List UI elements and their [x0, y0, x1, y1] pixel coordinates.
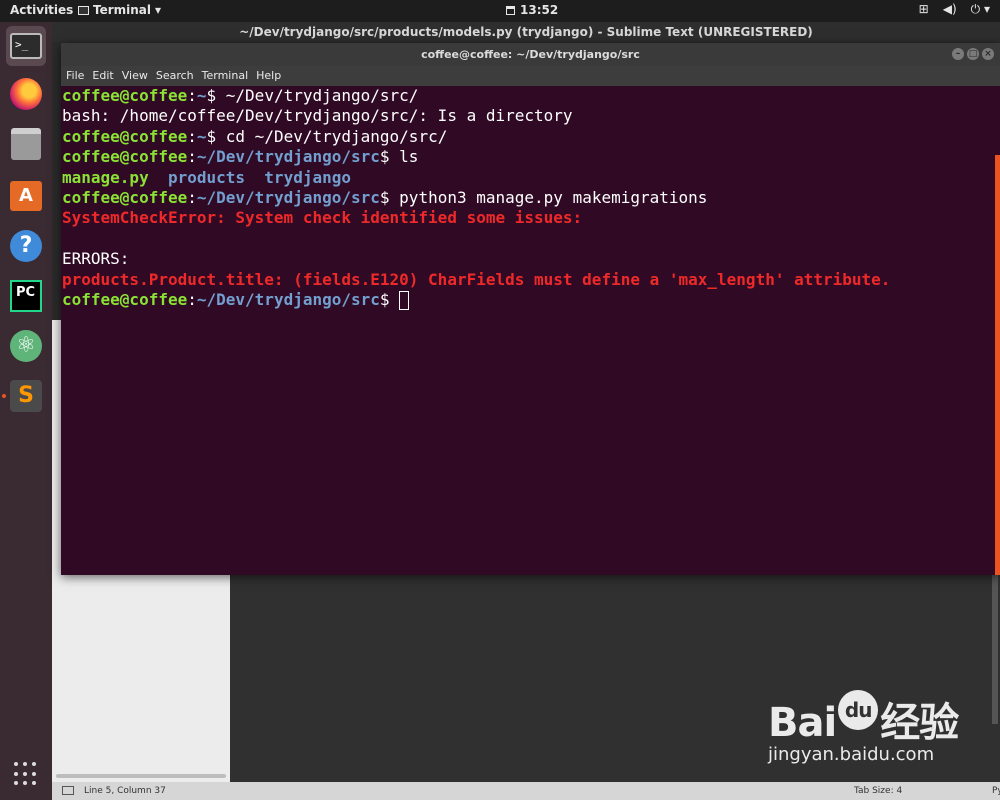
paw-icon: du — [838, 690, 879, 730]
terminal-menubar: File Edit View Search Terminal Help — [61, 66, 1000, 86]
dock-terminal[interactable]: >_ — [6, 26, 46, 66]
terminal-line: bash: /home/coffee/Dev/trydjango/src/: I… — [62, 106, 573, 126]
help-icon: ? — [10, 230, 42, 262]
terminal-line: coffee@coffee:~$ cd ~/Dev/trydjango/src/ — [62, 126, 448, 146]
watermark-url: jingyan.baidu.com — [768, 744, 935, 765]
terminal-window: coffee@coffee: ~/Dev/trydjango/src – □ ×… — [61, 43, 1000, 575]
terminal-icon: >_ — [10, 33, 42, 59]
software-store-icon: A — [10, 181, 42, 211]
dock-software-store[interactable]: A — [6, 176, 46, 216]
editor-scrollbar[interactable] — [992, 574, 998, 724]
syntax-language[interactable]: Python — [992, 786, 1000, 796]
baidu-watermark: Bai du 经验 jingyan.baidu.com — [768, 690, 959, 765]
cursor-position: Line 5, Column 37 — [84, 786, 166, 796]
menu-edit[interactable]: Edit — [92, 66, 118, 86]
activities-button[interactable]: Activities — [10, 3, 73, 17]
watermark-logo: Bai du 经验 — [768, 690, 959, 748]
chevron-down-icon: ▾ — [155, 3, 162, 17]
desktop: Activities Terminal ▾ 13:52 ⊞ ◀) ⏻ ▾ >_ … — [0, 0, 1000, 800]
panel-toggle-icon[interactable] — [62, 786, 74, 795]
network-icon: ⊞ — [918, 2, 929, 16]
volume-icon: ◀) — [942, 2, 957, 16]
sublime-window-title: ~/Dev/trydjango/src/products/models.py (… — [52, 22, 1000, 42]
dock-sublime-text[interactable]: S — [6, 376, 46, 416]
terminal-prompt: coffee@coffee:~/Dev/trydjango/src$ — [62, 290, 1000, 310]
sublime-status-bar: Line 5, Column 37 Tab Size: 4 Python — [52, 782, 1000, 800]
menu-terminal[interactable]: Terminal — [202, 66, 254, 86]
sidebar-scrollbar[interactable] — [56, 774, 226, 778]
dock-help[interactable]: ? — [6, 226, 46, 266]
menu-file[interactable]: File — [66, 66, 89, 86]
clock-label: 13:52 — [520, 3, 559, 17]
files-icon — [11, 128, 41, 160]
system-tray[interactable]: ⊞ ◀) ⏻ ▾ — [919, 2, 990, 17]
window-controls: – □ × — [952, 48, 994, 60]
terminal-line: coffee@coffee:~/Dev/trydjango/src$ ls — [62, 147, 419, 167]
power-icon: ⏻ ▾ — [970, 2, 990, 16]
text-cursor — [399, 290, 410, 310]
dock-atom[interactable]: ⚛ — [6, 326, 46, 366]
terminal-line: ERRORS: — [62, 249, 130, 269]
terminal-line-error: products.Product.title: (fields.E120) Ch… — [62, 269, 891, 289]
running-indicator — [2, 394, 6, 398]
top-bar: Activities Terminal ▾ 13:52 ⊞ ◀) ⏻ ▾ — [0, 0, 1000, 22]
menu-search[interactable]: Search — [156, 66, 199, 86]
firefox-icon — [10, 78, 42, 110]
terminal-scrollbar[interactable] — [995, 155, 1000, 575]
terminal-titlebar[interactable]: coffee@coffee: ~/Dev/trydjango/src – □ × — [61, 43, 1000, 66]
terminal-title: coffee@coffee: ~/Dev/trydjango/src — [421, 48, 640, 61]
app-menu-label: Terminal — [93, 3, 152, 17]
dock: >_ A ? PC ⚛ S — [0, 22, 52, 800]
close-icon[interactable]: × — [982, 48, 994, 60]
calendar-icon — [506, 5, 515, 15]
minimize-icon[interactable]: – — [952, 48, 964, 60]
terminal-line: manage.py products trydjango — [62, 167, 351, 187]
tab-size[interactable]: Tab Size: 4 — [854, 786, 902, 796]
dock-files[interactable] — [6, 124, 46, 164]
terminal-line: coffee@coffee:~$ ~/Dev/trydjango/src/ — [62, 86, 419, 105]
dock-firefox[interactable] — [6, 74, 46, 114]
sublime-text-icon: S — [10, 380, 42, 412]
clock[interactable]: 13:52 — [506, 3, 558, 17]
menu-view[interactable]: View — [122, 66, 153, 86]
maximize-icon[interactable]: □ — [967, 48, 979, 60]
dock-pycharm[interactable]: PC — [6, 276, 46, 316]
terminal-line-error: SystemCheckError: System check identifie… — [62, 208, 583, 228]
pycharm-icon: PC — [10, 280, 42, 312]
app-menu[interactable]: Terminal ▾ — [78, 3, 161, 17]
terminal-output[interactable]: coffee@coffee:~$ ~/Dev/trydjango/src/ ba… — [61, 86, 1000, 575]
terminal-icon — [78, 5, 89, 15]
atom-icon: ⚛ — [10, 330, 42, 362]
menu-help[interactable]: Help — [256, 66, 286, 86]
terminal-line: coffee@coffee:~/Dev/trydjango/src$ pytho… — [62, 187, 708, 207]
show-applications-icon[interactable] — [14, 762, 38, 786]
